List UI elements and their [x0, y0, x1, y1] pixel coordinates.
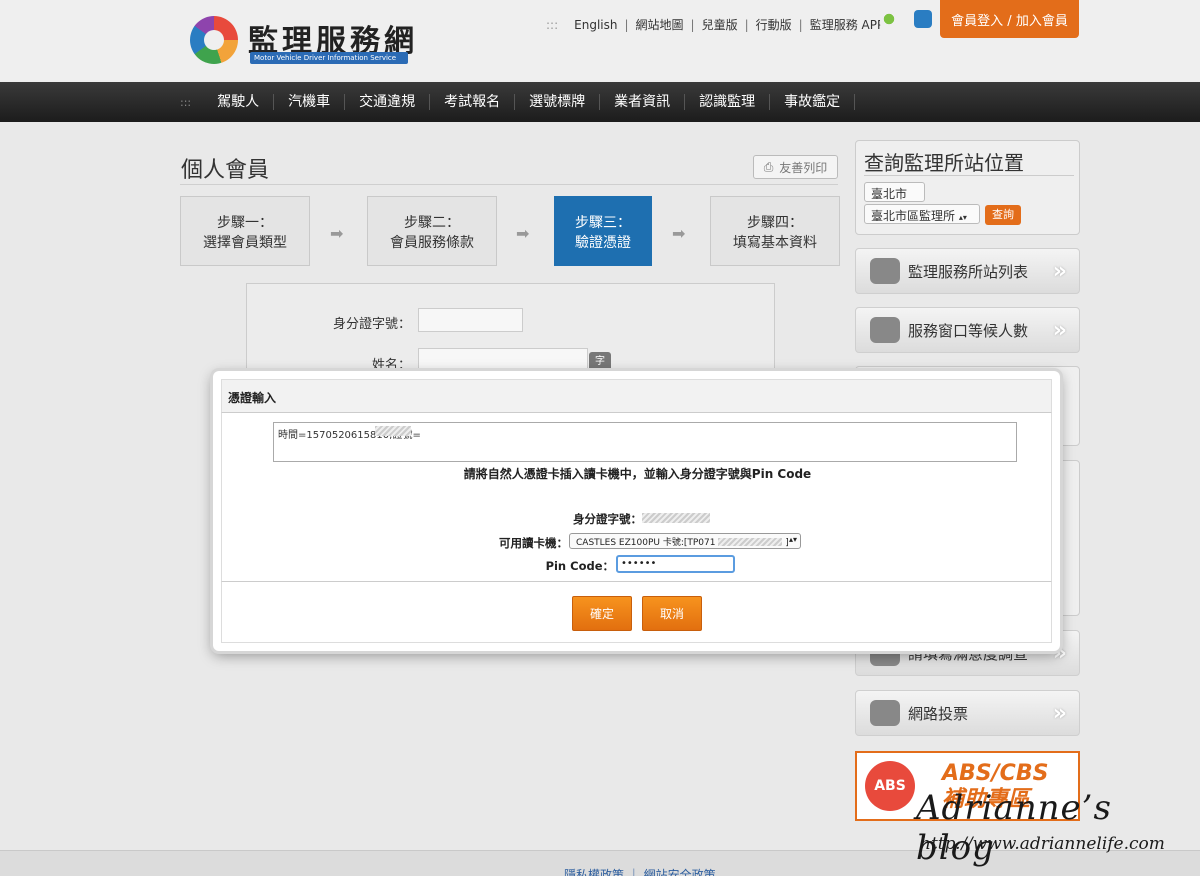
pin-code-input[interactable]: •••••• — [616, 555, 735, 573]
dialog-footer: 確定 取消 — [221, 581, 1052, 643]
redacted-mark — [375, 426, 411, 436]
pin-code-label: Pin Code： — [545, 559, 614, 573]
dialog-body: 請將自然人憑證卡插入讀卡機中，並輸入身分證字號與Pin Code 身分證字號： … — [221, 413, 1052, 581]
cancel-button[interactable]: 取消 — [642, 596, 702, 631]
card-reader-label: 可用讀卡機： — [499, 536, 568, 550]
certificate-dialog: 憑證輸入 請將自然人憑證卡插入讀卡機中，並輸入身分證字號與Pin Code 身分… — [213, 371, 1060, 651]
blog-watermark: Adrianne’s blog — [916, 788, 1112, 868]
dialog-id-label: 身分證字號： — [573, 512, 642, 526]
dialog-header: 憑證輸入 — [221, 379, 1052, 413]
card-reader-select[interactable]: CASTLES EZ100PU 卡號:[TP071 ] ▴▾ — [569, 533, 801, 549]
instruction-message: 請將自然人憑證卡插入讀卡機中，並輸入身分證字號與Pin Code — [463, 467, 812, 481]
redacted-id — [642, 513, 710, 523]
blog-url-watermark: http://www.adriannelife.com — [920, 834, 1165, 854]
dialog-title: 憑證輸入 — [228, 391, 277, 405]
select-caret-icon: ▴▾ — [788, 535, 797, 544]
confirm-button[interactable]: 確定 — [572, 596, 632, 631]
